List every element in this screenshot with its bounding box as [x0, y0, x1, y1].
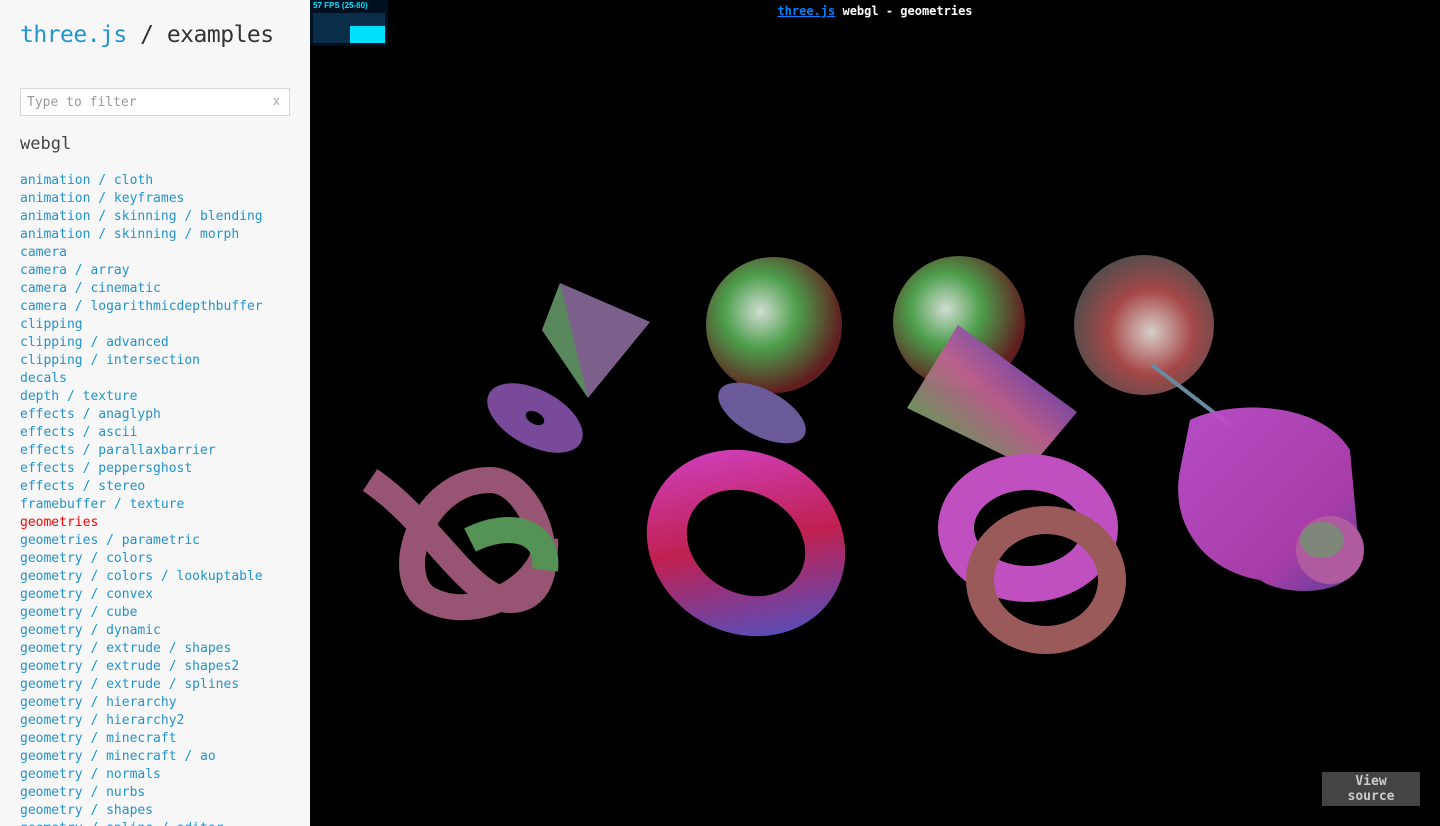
example-list-item: geometry / normals [20, 766, 263, 784]
example-link[interactable]: geometry / colors / lookuptable [20, 569, 263, 584]
filter-box: x [20, 88, 290, 116]
example-link[interactable]: geometry / colors [20, 551, 153, 566]
example-link[interactable]: animation / skinning / blending [20, 209, 263, 224]
example-list-item: geometry / colors / lookuptable [20, 568, 263, 586]
example-list-item: framebuffer / texture [20, 496, 263, 514]
home-link[interactable]: three.js [20, 22, 127, 48]
example-link[interactable]: effects / peppersghost [20, 461, 192, 476]
example-link[interactable]: geometry / extrude / splines [20, 677, 239, 692]
example-list-item: camera / array [20, 262, 263, 280]
example-link[interactable]: geometry / normals [20, 767, 161, 782]
example-link[interactable]: clipping [20, 317, 83, 332]
example-list-item: animation / cloth [20, 172, 263, 190]
example-link[interactable]: geometry / spline / editor [20, 821, 224, 826]
example-link[interactable]: clipping / advanced [20, 335, 169, 350]
example-list-item: geometry / convex [20, 586, 263, 604]
example-list-item: camera / logarithmicdepthbuffer [20, 298, 263, 316]
info-bar: three.js webgl - geometries [310, 4, 1440, 18]
example-list-item: geometry / spline / editor [20, 820, 263, 826]
example-link[interactable]: animation / cloth [20, 173, 153, 188]
example-list-item: camera / cinematic [20, 280, 263, 298]
view-source-button[interactable]: View source [1322, 772, 1420, 806]
example-list-item: geometry / extrude / shapes2 [20, 658, 263, 676]
threejs-link[interactable]: three.js [777, 4, 835, 18]
example-list-item: effects / anaglyph [20, 406, 263, 424]
example-list-item: camera [20, 244, 263, 262]
example-list-item: geometry / hierarchy2 [20, 712, 263, 730]
example-list-item: geometry / cube [20, 604, 263, 622]
example-list-item: clipping / intersection [20, 352, 263, 370]
example-link[interactable]: decals [20, 371, 67, 386]
torus-shape [646, 449, 846, 637]
torus-knot-shape [362, 466, 559, 621]
example-link[interactable]: animation / skinning / morph [20, 227, 239, 242]
example-link[interactable]: effects / stereo [20, 479, 145, 494]
example-link[interactable]: clipping / intersection [20, 353, 200, 368]
example-list-item: geometry / hierarchy [20, 694, 263, 712]
example-link[interactable]: geometry / nurbs [20, 785, 145, 800]
sphere-shape [706, 257, 842, 393]
example-list-item: effects / parallaxbarrier [20, 442, 263, 460]
example-link[interactable]: depth / texture [20, 389, 137, 404]
example-list-item: geometry / minecraft / ao [20, 748, 263, 766]
example-link[interactable]: animation / keyframes [20, 191, 184, 206]
example-list-item: geometry / shapes [20, 802, 263, 820]
sidebar: three.js / examples x webgl animation / … [0, 0, 310, 826]
example-link[interactable]: geometry / extrude / shapes2 [20, 659, 239, 674]
example-link[interactable]: geometries [20, 515, 98, 530]
example-list-item: animation / skinning / blending [20, 208, 263, 226]
example-list-item: clipping [20, 316, 263, 334]
example-link[interactable]: framebuffer / texture [20, 497, 184, 512]
example-list-item: geometry / minecraft [20, 730, 263, 748]
filter-input[interactable] [21, 89, 263, 115]
example-link[interactable]: geometry / minecraft / ao [20, 749, 216, 764]
example-list-item: geometry / extrude / shapes [20, 640, 263, 658]
fps-graph-bar [350, 26, 385, 43]
example-link[interactable]: effects / anaglyph [20, 407, 161, 422]
page-title: three.js / examples [20, 22, 274, 48]
example-link[interactable]: geometry / minecraft [20, 731, 177, 746]
example-list-item: geometries / parametric [20, 532, 263, 550]
example-link[interactable]: geometry / dynamic [20, 623, 161, 638]
example-list-item: animation / keyframes [20, 190, 263, 208]
example-list-item: depth / texture [20, 388, 263, 406]
clear-filter-icon[interactable]: x [273, 94, 280, 108]
example-list-item: geometry / extrude / splines [20, 676, 263, 694]
geometries-scene [362, 255, 1364, 654]
title-separator: / [126, 22, 167, 48]
example-list-item: effects / peppersghost [20, 460, 263, 478]
render-viewport[interactable]: 57 FPS (25-60) three.js webgl - geometri… [310, 0, 1440, 826]
example-link[interactable]: geometries / parametric [20, 533, 200, 548]
example-list-item: clipping / advanced [20, 334, 263, 352]
example-list-item: animation / skinning / morph [20, 226, 263, 244]
example-link[interactable]: geometry / hierarchy [20, 695, 177, 710]
example-link[interactable]: camera / logarithmicdepthbuffer [20, 299, 263, 314]
example-name: webgl - geometries [835, 4, 973, 18]
example-list-item: geometry / colors [20, 550, 263, 568]
example-list: animation / cloth animation / keyframes an… [20, 172, 263, 826]
example-list-item: geometry / nurbs [20, 784, 263, 802]
example-list-item: geometries [20, 514, 263, 532]
example-list-item: decals [20, 370, 263, 388]
example-link[interactable]: effects / parallaxbarrier [20, 443, 216, 458]
example-link[interactable]: geometry / cube [20, 605, 137, 620]
example-list-item: geometry / dynamic [20, 622, 263, 640]
example-link[interactable]: camera [20, 245, 67, 260]
example-list-item: effects / ascii [20, 424, 263, 442]
example-link[interactable]: effects / ascii [20, 425, 137, 440]
example-link[interactable]: geometry / hierarchy2 [20, 713, 184, 728]
example-link[interactable]: geometry / shapes [20, 803, 153, 818]
example-list-item: effects / stereo [20, 478, 263, 496]
example-link[interactable]: camera / array [20, 263, 130, 278]
example-link[interactable]: geometry / convex [20, 587, 153, 602]
sphere-shape [1074, 255, 1214, 395]
example-link[interactable]: camera / cinematic [20, 281, 161, 296]
title-examples: examples [166, 22, 274, 48]
section-heading: webgl [20, 134, 72, 154]
example-link[interactable]: geometry / extrude / shapes [20, 641, 231, 656]
